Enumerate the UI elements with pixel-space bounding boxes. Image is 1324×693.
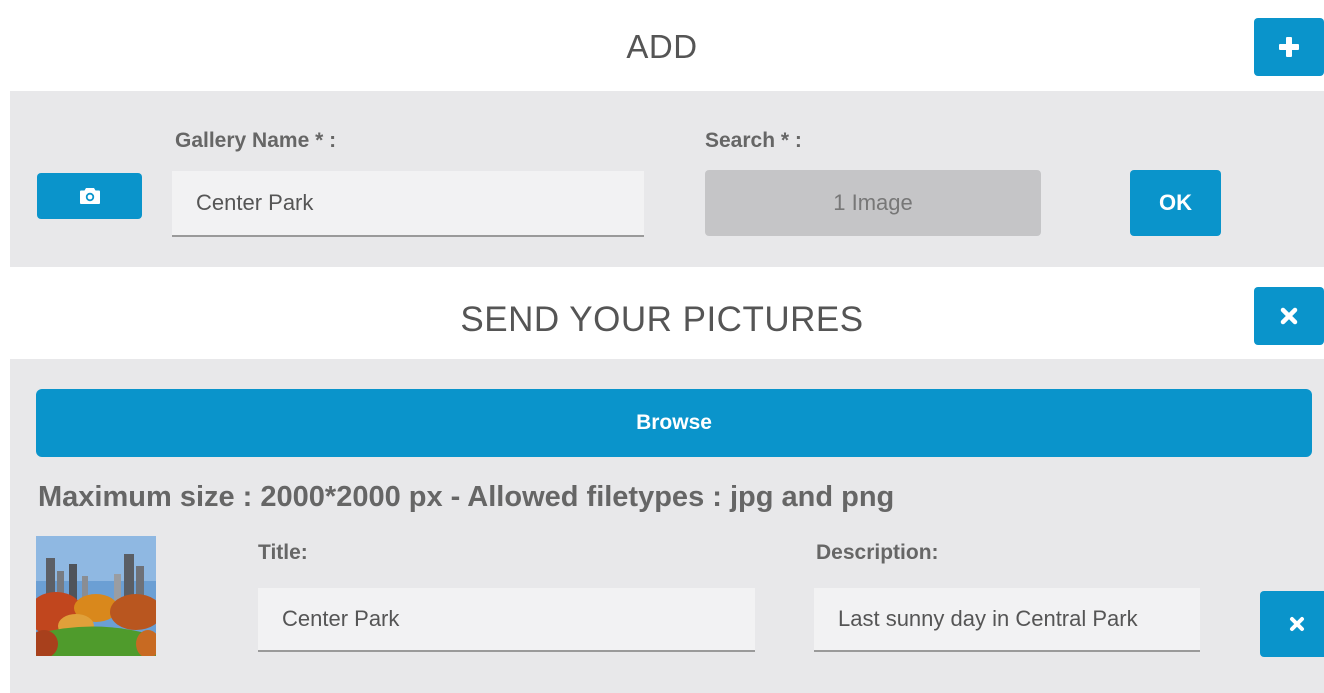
gallery-name-input[interactable] [172,171,644,237]
picture-thumbnail [36,536,156,656]
add-gallery-button[interactable] [1254,18,1324,76]
camera-button[interactable] [37,173,142,219]
plus-icon [1279,37,1299,57]
camera-icon [79,188,100,204]
remove-picture-button[interactable] [1260,591,1324,657]
upload-constraints-text: Maximum size : 2000*2000 px - Allowed fi… [38,481,895,513]
close-section-button[interactable] [1254,287,1324,345]
gallery-name-label: Gallery Name * : [175,129,337,152]
search-label: Search * : [705,129,802,152]
ok-button[interactable]: OK [1130,170,1221,236]
title-input[interactable] [258,588,755,652]
description-label: Description: [816,541,939,564]
send-section-title: SEND YOUR PICTURES [460,300,864,339]
close-icon [1290,617,1304,631]
send-pictures-panel: Browse Maximum size : 2000*2000 px - All… [10,359,1324,693]
close-icon [1280,307,1298,325]
search-field[interactable]: 1 Image [705,170,1041,236]
add-section-title: ADD [626,28,698,65]
browse-button[interactable]: Browse [36,389,1312,457]
title-label: Title: [258,541,308,564]
add-gallery-panel: Gallery Name * : Search * : 1 Image OK [10,91,1324,267]
description-input[interactable] [814,588,1200,652]
